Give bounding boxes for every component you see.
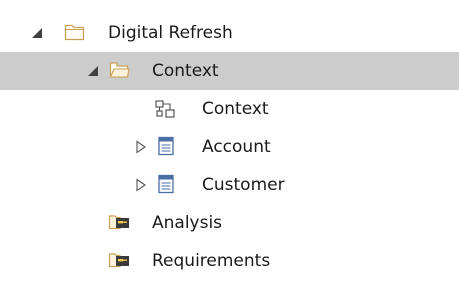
tree-item-label: Analysis [152,213,223,233]
tree-item-label: Context [152,61,219,81]
tree-item-digital-refresh[interactable]: Digital Refresh [0,14,459,52]
package-open-icon [108,60,130,80]
collapsed-triangle-icon[interactable] [134,140,148,154]
tree-item-label: Context [202,99,269,119]
tree-item-label: Requirements [152,251,271,271]
diagram-icon [154,99,176,119]
class-icon [156,174,178,194]
tree-item-label: Customer [202,175,285,195]
collapsed-triangle-icon[interactable] [134,178,148,192]
tree-item-label: Account [202,137,271,157]
expanded-triangle-icon[interactable] [30,26,44,40]
tree-item-context-diagram[interactable]: Context [0,90,459,128]
tree-item-customer[interactable]: Customer [0,166,459,204]
tree-item-context-package[interactable]: Context [0,52,459,90]
tree-item-requirements[interactable]: Requirements [0,242,459,280]
tree-item-account[interactable]: Account [0,128,459,166]
expanded-triangle-icon[interactable] [86,64,100,78]
component-icon [108,250,130,270]
component-icon [108,212,130,232]
tree-item-analysis[interactable]: Analysis [0,204,459,242]
folder-icon [64,22,86,42]
tree-item-label: Digital Refresh [108,23,233,43]
project-browser-tree: Digital Refresh Context Context Account … [0,0,459,284]
class-icon [156,136,178,156]
